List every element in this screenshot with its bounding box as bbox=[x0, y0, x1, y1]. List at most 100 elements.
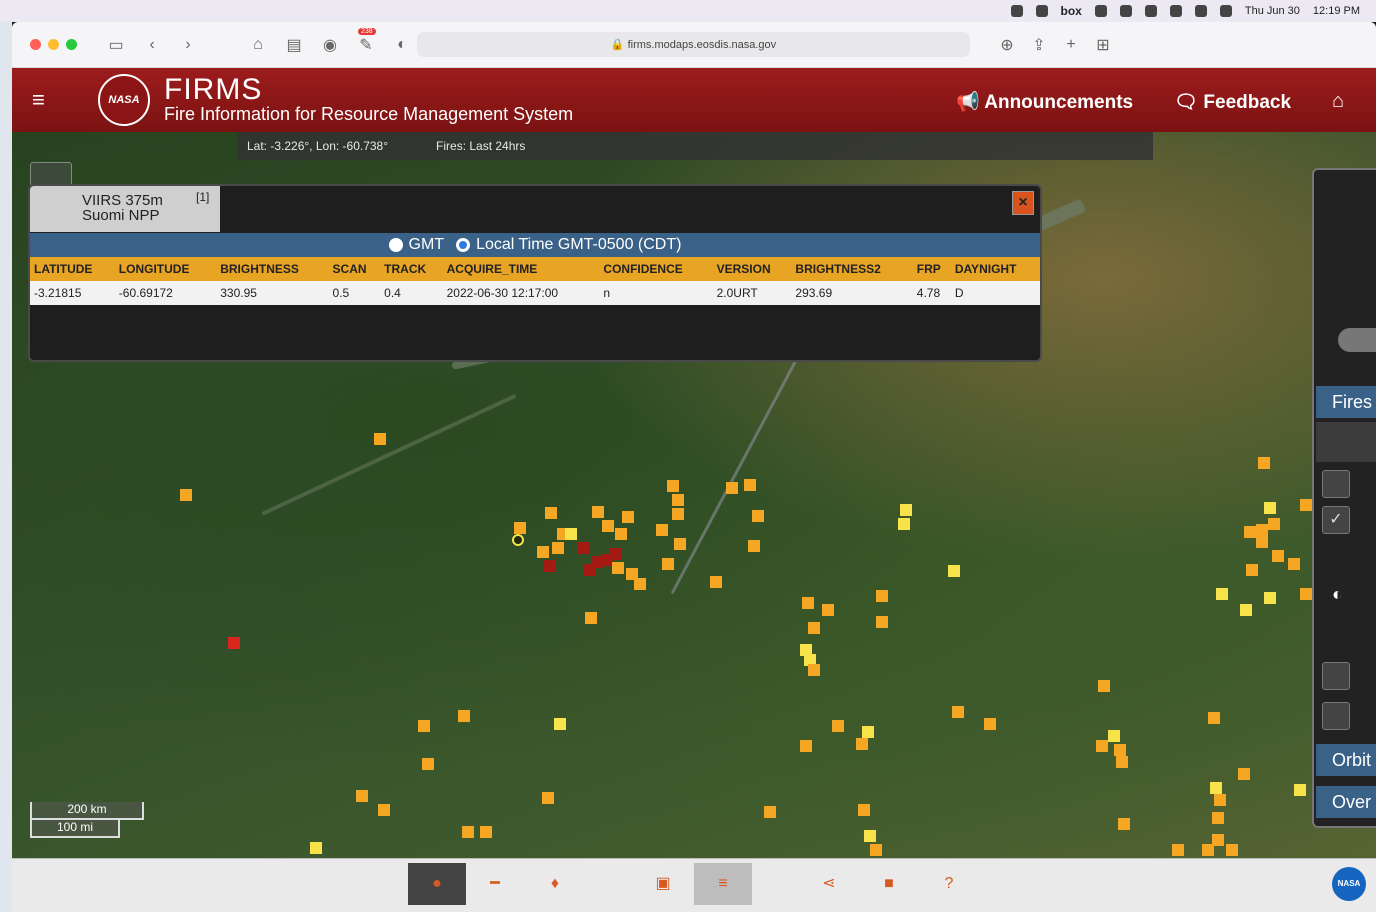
fire-marker[interactable] bbox=[542, 792, 554, 804]
zoom-in-button[interactable] bbox=[30, 162, 72, 186]
fire-marker[interactable] bbox=[726, 482, 738, 494]
menu-icon[interactable]: ≡ bbox=[32, 87, 62, 113]
new-tab-icon[interactable]: + bbox=[1062, 36, 1080, 54]
layer-checkbox[interactable] bbox=[1322, 702, 1350, 730]
fire-marker[interactable] bbox=[615, 528, 627, 540]
fire-marker[interactable] bbox=[1246, 564, 1258, 576]
fire-marker[interactable] bbox=[672, 494, 684, 506]
fire-marker[interactable] bbox=[592, 506, 604, 518]
fire-marker[interactable] bbox=[744, 479, 756, 491]
fire-marker[interactable] bbox=[1272, 550, 1284, 562]
fire-marker[interactable] bbox=[876, 616, 888, 628]
fire-marker[interactable] bbox=[856, 738, 868, 750]
fire-marker[interactable] bbox=[1288, 558, 1300, 570]
close-window-button[interactable] bbox=[30, 39, 41, 50]
camera-icon[interactable]: ■ bbox=[860, 863, 918, 905]
fire-marker[interactable] bbox=[514, 522, 526, 534]
menubar-time[interactable]: 12:19 PM bbox=[1313, 5, 1360, 17]
home-nav-icon[interactable]: ⌂ bbox=[1332, 90, 1344, 113]
fire-marker[interactable] bbox=[808, 622, 820, 634]
fire-marker[interactable] bbox=[984, 718, 996, 730]
share-browser-icon[interactable]: ⇪ bbox=[1030, 35, 1048, 55]
help-icon[interactable]: ? bbox=[920, 863, 978, 905]
fire-marker[interactable] bbox=[610, 548, 622, 560]
fire-marker[interactable] bbox=[622, 511, 634, 523]
fire-marker[interactable] bbox=[822, 604, 834, 616]
fire-marker[interactable] bbox=[565, 528, 577, 540]
fire-marker[interactable] bbox=[612, 562, 624, 574]
fire-marker[interactable] bbox=[1264, 592, 1276, 604]
tab-overview-icon[interactable]: ⊞ bbox=[1094, 35, 1112, 55]
bookmark-icon[interactable]: ✎ bbox=[357, 35, 375, 55]
fire-marker[interactable] bbox=[1212, 812, 1224, 824]
fire-marker[interactable] bbox=[858, 804, 870, 816]
fire-marker[interactable] bbox=[948, 565, 960, 577]
close-popup-button[interactable]: × bbox=[1012, 191, 1034, 215]
menubar-date[interactable]: Thu Jun 30 bbox=[1245, 5, 1300, 17]
overlay-button[interactable]: Over bbox=[1316, 786, 1376, 818]
privacy-icon[interactable]: ◐ bbox=[393, 36, 411, 54]
fire-marker[interactable] bbox=[1256, 536, 1268, 548]
fire-marker[interactable] bbox=[1268, 518, 1280, 530]
fire-marker[interactable] bbox=[1098, 680, 1110, 692]
print-icon[interactable]: ▤ bbox=[285, 35, 303, 55]
fire-marker[interactable] bbox=[748, 540, 760, 552]
fire-marker[interactable] bbox=[864, 830, 876, 842]
fire-marker[interactable] bbox=[656, 524, 668, 536]
layer-checkbox[interactable] bbox=[1322, 662, 1350, 690]
fire-marker[interactable] bbox=[378, 804, 390, 816]
sidebar-toggle-icon[interactable]: ▭ bbox=[107, 35, 125, 55]
fire-marker[interactable] bbox=[710, 576, 722, 588]
fire-marker[interactable] bbox=[462, 826, 474, 838]
fire-marker[interactable] bbox=[356, 790, 368, 802]
announcements-link[interactable]: 📢 Announcements bbox=[956, 90, 1133, 114]
fire-marker[interactable] bbox=[1238, 768, 1250, 780]
fire-marker[interactable] bbox=[1300, 499, 1312, 511]
fire-marker[interactable] bbox=[1294, 784, 1306, 796]
back-icon[interactable]: ‹ bbox=[143, 36, 161, 54]
fire-marker[interactable] bbox=[1216, 588, 1228, 600]
fire-marker[interactable] bbox=[832, 720, 844, 732]
fire-marker[interactable] bbox=[674, 538, 686, 550]
fire-marker[interactable] bbox=[1240, 604, 1252, 616]
fire-marker[interactable] bbox=[752, 510, 764, 522]
fire-marker[interactable] bbox=[1264, 502, 1276, 514]
layer-checkbox[interactable] bbox=[1322, 470, 1350, 498]
fires-layer-button[interactable]: Fires bbox=[1316, 386, 1376, 418]
search-icon[interactable] bbox=[1194, 5, 1207, 17]
fire-marker[interactable] bbox=[1208, 712, 1220, 724]
fire-marker[interactable] bbox=[1256, 524, 1268, 536]
control-center-icon[interactable] bbox=[1219, 5, 1232, 17]
fire-marker[interactable] bbox=[552, 542, 564, 554]
panel-slider[interactable] bbox=[1338, 328, 1376, 352]
fire-marker[interactable] bbox=[1172, 844, 1184, 856]
url-bar[interactable]: 🔒 firms.modaps.eosdis.nasa.gov bbox=[417, 32, 970, 57]
fire-marker[interactable] bbox=[1202, 844, 1214, 856]
fire-marker[interactable] bbox=[1226, 844, 1238, 856]
fire-marker[interactable] bbox=[662, 558, 674, 570]
fire-marker[interactable] bbox=[180, 489, 192, 501]
fire-marker[interactable] bbox=[1118, 818, 1130, 830]
gmt-radio[interactable] bbox=[388, 238, 403, 252]
bluetooth-icon[interactable] bbox=[1144, 5, 1157, 17]
popup-tab-viirs[interactable]: VIIRS 375m Suomi NPP [1] bbox=[30, 186, 220, 232]
fire-marker[interactable] bbox=[228, 637, 240, 649]
fire-marker[interactable] bbox=[480, 826, 492, 838]
fire-marker[interactable] bbox=[1116, 756, 1128, 768]
record-icon[interactable] bbox=[1094, 5, 1107, 17]
fire-marker[interactable] bbox=[543, 560, 555, 572]
fire-marker[interactable] bbox=[808, 664, 820, 676]
zoom-window-button[interactable] bbox=[66, 39, 77, 50]
selected-fire-marker[interactable] bbox=[512, 534, 524, 546]
fire-marker[interactable] bbox=[870, 844, 882, 856]
fire-marker[interactable] bbox=[900, 504, 912, 516]
ruler-icon[interactable]: ━ bbox=[466, 863, 524, 905]
checkmark-icon[interactable]: ✓ bbox=[1322, 506, 1350, 534]
fire-marker[interactable] bbox=[1210, 782, 1222, 794]
sync-icon[interactable] bbox=[1035, 5, 1048, 17]
fire-marker[interactable] bbox=[1244, 526, 1256, 538]
forward-icon[interactable]: › bbox=[179, 36, 197, 54]
volume-icon[interactable] bbox=[1119, 5, 1132, 17]
orbit-button[interactable]: Orbit bbox=[1316, 744, 1376, 776]
fire-marker[interactable] bbox=[545, 507, 557, 519]
